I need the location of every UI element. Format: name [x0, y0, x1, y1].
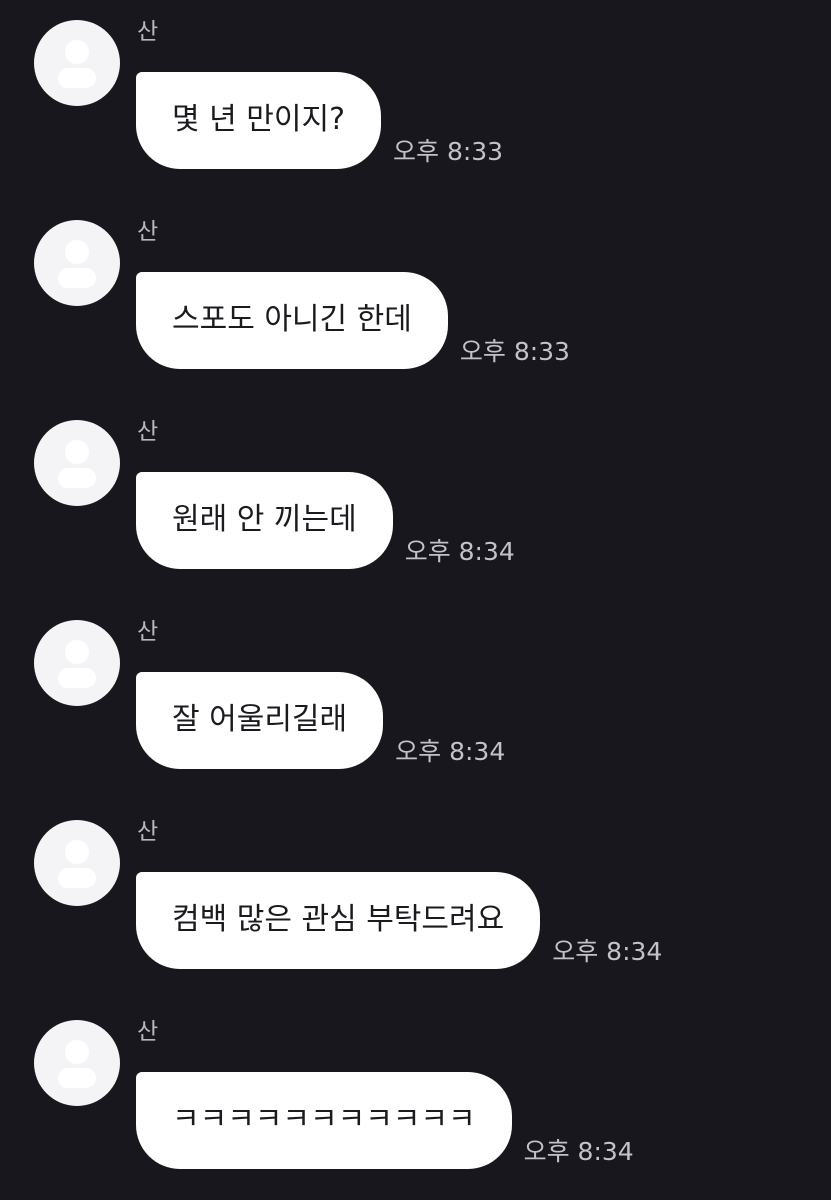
sender-name: 산 — [137, 619, 159, 645]
chat-message-list[interactable]: 산 몇 년 만이지? 오후 8:33 산 스포도 아니긴 한데 오후 8:33 … — [0, 0, 831, 1200]
sender-name: 산 — [137, 819, 159, 845]
avatar-person-icon — [65, 640, 89, 664]
avatar-person-icon — [65, 240, 89, 264]
message-bubble[interactable]: 몇 년 만이지? — [136, 72, 381, 169]
avatar[interactable] — [34, 1020, 120, 1106]
avatar[interactable] — [34, 620, 120, 706]
avatar[interactable] — [34, 820, 120, 906]
avatar-person-icon — [65, 440, 89, 464]
sender-name: 산 — [137, 219, 159, 245]
sender-name: 산 — [137, 419, 159, 445]
message-bubble[interactable]: 스포도 아니긴 한데 — [136, 272, 448, 369]
message-item: 산 잘 어울리길래 오후 8:34 — [0, 619, 831, 780]
message-item: 산 스포도 아니긴 한데 오후 8:33 — [0, 219, 831, 380]
avatar-person-icon — [65, 40, 89, 64]
message-time: 오후 8:33 — [393, 137, 504, 166]
avatar[interactable] — [34, 20, 120, 106]
message-time: 오후 8:34 — [523, 1137, 634, 1166]
message-time: 오후 8:33 — [459, 337, 570, 366]
message-time: 오후 8:34 — [552, 937, 663, 966]
message-time: 오후 8:34 — [404, 537, 515, 566]
avatar[interactable] — [34, 220, 120, 306]
avatar-person-icon — [65, 840, 89, 864]
sender-name: 산 — [137, 1019, 159, 1045]
message-item: 산 컴백 많은 관심 부탁드려요 오후 8:34 — [0, 819, 831, 980]
message-bubble[interactable]: 잘 어울리길래 — [136, 672, 384, 769]
avatar[interactable] — [34, 420, 120, 506]
message-item: 산 몇 년 만이지? 오후 8:33 — [0, 19, 831, 180]
message-item: 산 ㅋㅋㅋㅋㅋㅋㅋㅋㅋㅋㅋ 오후 8:34 — [0, 1019, 831, 1180]
message-bubble[interactable]: ㅋㅋㅋㅋㅋㅋㅋㅋㅋㅋㅋ — [136, 1072, 512, 1169]
message-item: 산 원래 안 끼는데 오후 8:34 — [0, 419, 831, 580]
message-bubble[interactable]: 컴백 많은 관심 부탁드려요 — [136, 872, 541, 969]
sender-name: 산 — [137, 19, 159, 45]
avatar-person-icon — [65, 1040, 89, 1064]
message-bubble[interactable]: 원래 안 끼는데 — [136, 472, 393, 569]
message-time: 오후 8:34 — [395, 737, 506, 766]
